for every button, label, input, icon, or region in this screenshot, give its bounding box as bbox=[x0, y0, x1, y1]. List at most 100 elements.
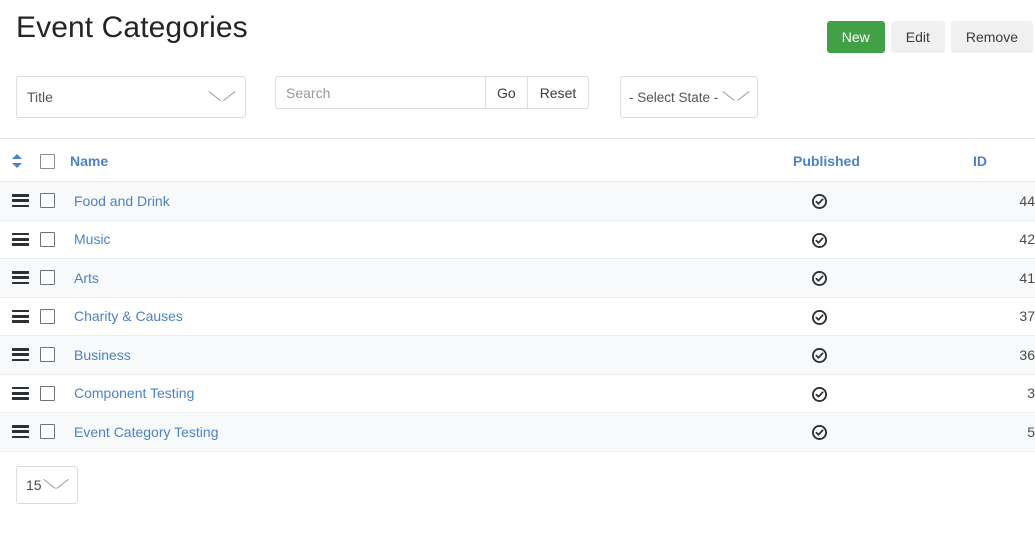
sort-ordering-icon[interactable] bbox=[12, 154, 23, 168]
category-name-link[interactable]: Food and Drink bbox=[70, 193, 170, 209]
chevron-down-icon bbox=[209, 90, 235, 104]
list-limit-select[interactable]: 15 bbox=[16, 465, 78, 504]
event-categories-page: Event Categories New Edit Remove Title G… bbox=[0, 0, 1035, 534]
table-footer: 15 bbox=[0, 452, 1035, 504]
page-header: Event Categories New Edit Remove bbox=[0, 0, 1035, 62]
drag-handle-icon[interactable] bbox=[12, 425, 29, 439]
td-drag-handle bbox=[0, 297, 36, 336]
row-checkbox[interactable] bbox=[40, 270, 55, 286]
td-name: Charity & Causes bbox=[70, 297, 793, 336]
td-name: Event Category Testing bbox=[70, 412, 793, 452]
th-published[interactable]: Published bbox=[793, 139, 973, 182]
category-name-link[interactable]: Arts bbox=[70, 270, 99, 286]
th-name[interactable]: Name bbox=[70, 139, 793, 182]
state-filter-select[interactable]: - Select State - bbox=[620, 76, 758, 118]
row-checkbox[interactable] bbox=[40, 424, 55, 440]
published-check-icon[interactable] bbox=[812, 348, 827, 364]
td-row-checkbox bbox=[36, 181, 70, 221]
td-id: 41 bbox=[973, 258, 1035, 298]
td-published bbox=[793, 374, 973, 413]
new-button[interactable]: New bbox=[826, 21, 885, 53]
td-name: Music bbox=[70, 220, 793, 259]
sort-by-select[interactable]: Title bbox=[16, 76, 246, 118]
table-row: Food and Drink 44 bbox=[0, 181, 1035, 221]
published-check-icon[interactable] bbox=[812, 194, 827, 210]
td-id: 44 bbox=[973, 181, 1035, 221]
td-drag-handle bbox=[0, 181, 36, 221]
td-id: 42 bbox=[973, 220, 1035, 259]
td-name: Business bbox=[70, 335, 793, 375]
search-input[interactable] bbox=[275, 76, 485, 109]
td-drag-handle bbox=[0, 335, 36, 375]
drag-handle-icon[interactable] bbox=[12, 194, 29, 208]
published-check-icon[interactable] bbox=[812, 309, 827, 325]
th-select-all bbox=[36, 139, 70, 182]
td-row-checkbox bbox=[36, 412, 70, 452]
row-checkbox[interactable] bbox=[40, 193, 55, 209]
table-header-row: Name Published ID bbox=[0, 139, 1035, 182]
table-row: Charity & Causes 37 bbox=[0, 297, 1035, 336]
td-published bbox=[793, 258, 973, 298]
td-row-checkbox bbox=[36, 220, 70, 259]
td-drag-handle bbox=[0, 374, 36, 413]
td-published bbox=[793, 297, 973, 336]
drag-handle-icon[interactable] bbox=[12, 386, 29, 400]
chevron-down-icon bbox=[723, 90, 749, 104]
table-row: Business 36 bbox=[0, 335, 1035, 375]
category-name-link[interactable]: Component Testing bbox=[70, 385, 194, 401]
td-drag-handle bbox=[0, 220, 36, 259]
td-published bbox=[793, 335, 973, 375]
td-name: Component Testing bbox=[70, 374, 793, 413]
list-limit-value: 15 bbox=[26, 476, 42, 493]
chevron-down-icon bbox=[44, 478, 68, 492]
remove-button[interactable]: Remove bbox=[950, 21, 1033, 53]
table-body: Food and Drink 44 Music 42 Arts 41 Charity & C… bbox=[0, 181, 1035, 452]
select-all-checkbox[interactable] bbox=[40, 153, 55, 169]
row-checkbox[interactable] bbox=[40, 347, 55, 363]
category-name-link[interactable]: Charity & Causes bbox=[70, 308, 183, 324]
filter-bar: Title Go Reset - Select State - bbox=[0, 62, 1035, 139]
table-row: Music 42 bbox=[0, 220, 1035, 259]
published-check-icon[interactable] bbox=[812, 425, 827, 441]
edit-button[interactable]: Edit bbox=[890, 21, 945, 53]
sort-by-select-value: Title bbox=[27, 89, 53, 105]
category-name-link[interactable]: Event Category Testing bbox=[70, 424, 219, 440]
td-published bbox=[793, 220, 973, 259]
row-checkbox[interactable] bbox=[40, 231, 55, 247]
table-row: Event Category Testing 5 bbox=[0, 412, 1035, 452]
published-check-icon[interactable] bbox=[812, 232, 827, 248]
row-checkbox[interactable] bbox=[40, 308, 55, 324]
td-name: Food and Drink bbox=[70, 181, 793, 221]
td-row-checkbox bbox=[36, 374, 70, 413]
state-filter-select-value: - Select State - bbox=[629, 89, 719, 105]
search-go-button[interactable]: Go bbox=[485, 76, 527, 109]
published-check-icon[interactable] bbox=[812, 386, 827, 402]
drag-handle-icon[interactable] bbox=[12, 271, 29, 285]
published-check-icon[interactable] bbox=[812, 271, 827, 287]
td-row-checkbox bbox=[36, 258, 70, 298]
drag-handle-icon[interactable] bbox=[12, 232, 29, 246]
drag-handle-icon[interactable] bbox=[12, 348, 29, 362]
td-published bbox=[793, 412, 973, 452]
td-id: 5 bbox=[973, 412, 1035, 452]
toolbar: New Edit Remove bbox=[826, 21, 1033, 53]
th-id[interactable]: ID bbox=[973, 139, 1035, 182]
td-drag-handle bbox=[0, 412, 36, 452]
td-id: 36 bbox=[973, 335, 1035, 375]
drag-handle-icon[interactable] bbox=[12, 309, 29, 323]
page-title: Event Categories bbox=[16, 11, 248, 44]
search-reset-button[interactable]: Reset bbox=[526, 76, 590, 109]
td-published bbox=[793, 181, 973, 221]
search-group: Go Reset bbox=[275, 76, 590, 109]
th-ordering bbox=[0, 139, 36, 182]
td-row-checkbox bbox=[36, 297, 70, 336]
td-name: Arts bbox=[70, 258, 793, 298]
category-name-link[interactable]: Business bbox=[70, 347, 131, 363]
table-row: Component Testing 3 bbox=[0, 374, 1035, 413]
table-row: Arts 41 bbox=[0, 258, 1035, 298]
category-name-link[interactable]: Music bbox=[70, 231, 111, 247]
td-row-checkbox bbox=[36, 335, 70, 375]
row-checkbox[interactable] bbox=[40, 385, 55, 401]
td-id: 37 bbox=[973, 297, 1035, 336]
table-head: Name Published ID bbox=[0, 139, 1035, 182]
